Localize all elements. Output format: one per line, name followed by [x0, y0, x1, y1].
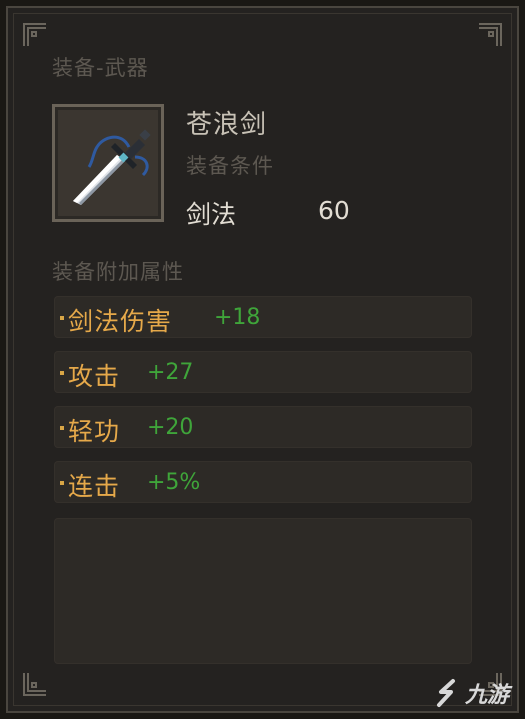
- attribute-row: 轻功 +20: [54, 406, 472, 448]
- requirement-value: 60: [318, 196, 350, 225]
- requirement-label: 装备条件: [186, 154, 274, 178]
- item-name: 苍浪剑: [186, 110, 268, 140]
- attribute-name: 剑法伤害: [68, 307, 173, 336]
- attribute-value: +5%: [147, 470, 201, 495]
- attribute-row: 剑法伤害 +18: [54, 296, 472, 338]
- item-icon-slot[interactable]: [52, 104, 164, 222]
- attribute-value: +20: [147, 415, 194, 440]
- bullet-icon: [60, 481, 64, 485]
- attribute-row: 攻击 +27: [54, 351, 472, 393]
- attribute-value: +27: [147, 360, 194, 385]
- watermark: 九游: [433, 677, 509, 709]
- attribute-value: +18: [214, 305, 261, 330]
- attribute-name: 攻击: [68, 362, 121, 391]
- corner-ornament-icon: [22, 671, 48, 697]
- jiuyou-logo-icon: [433, 678, 461, 708]
- requirement-skill: 剑法: [186, 200, 237, 229]
- corner-ornament-icon: [22, 22, 48, 48]
- bullet-icon: [60, 316, 64, 320]
- category-title: 装备-武器: [52, 56, 149, 80]
- corner-ornament-icon: [477, 22, 503, 48]
- bullet-icon: [60, 371, 64, 375]
- bullet-icon: [60, 426, 64, 430]
- empty-description-box: [54, 518, 472, 664]
- attribute-row: 连击 +5%: [54, 461, 472, 503]
- attributes-title: 装备附加属性: [52, 260, 184, 284]
- sword-icon: [73, 129, 151, 205]
- attribute-name: 连击: [68, 472, 121, 501]
- watermark-text: 九游: [464, 683, 509, 708]
- attribute-name: 轻功: [68, 417, 121, 446]
